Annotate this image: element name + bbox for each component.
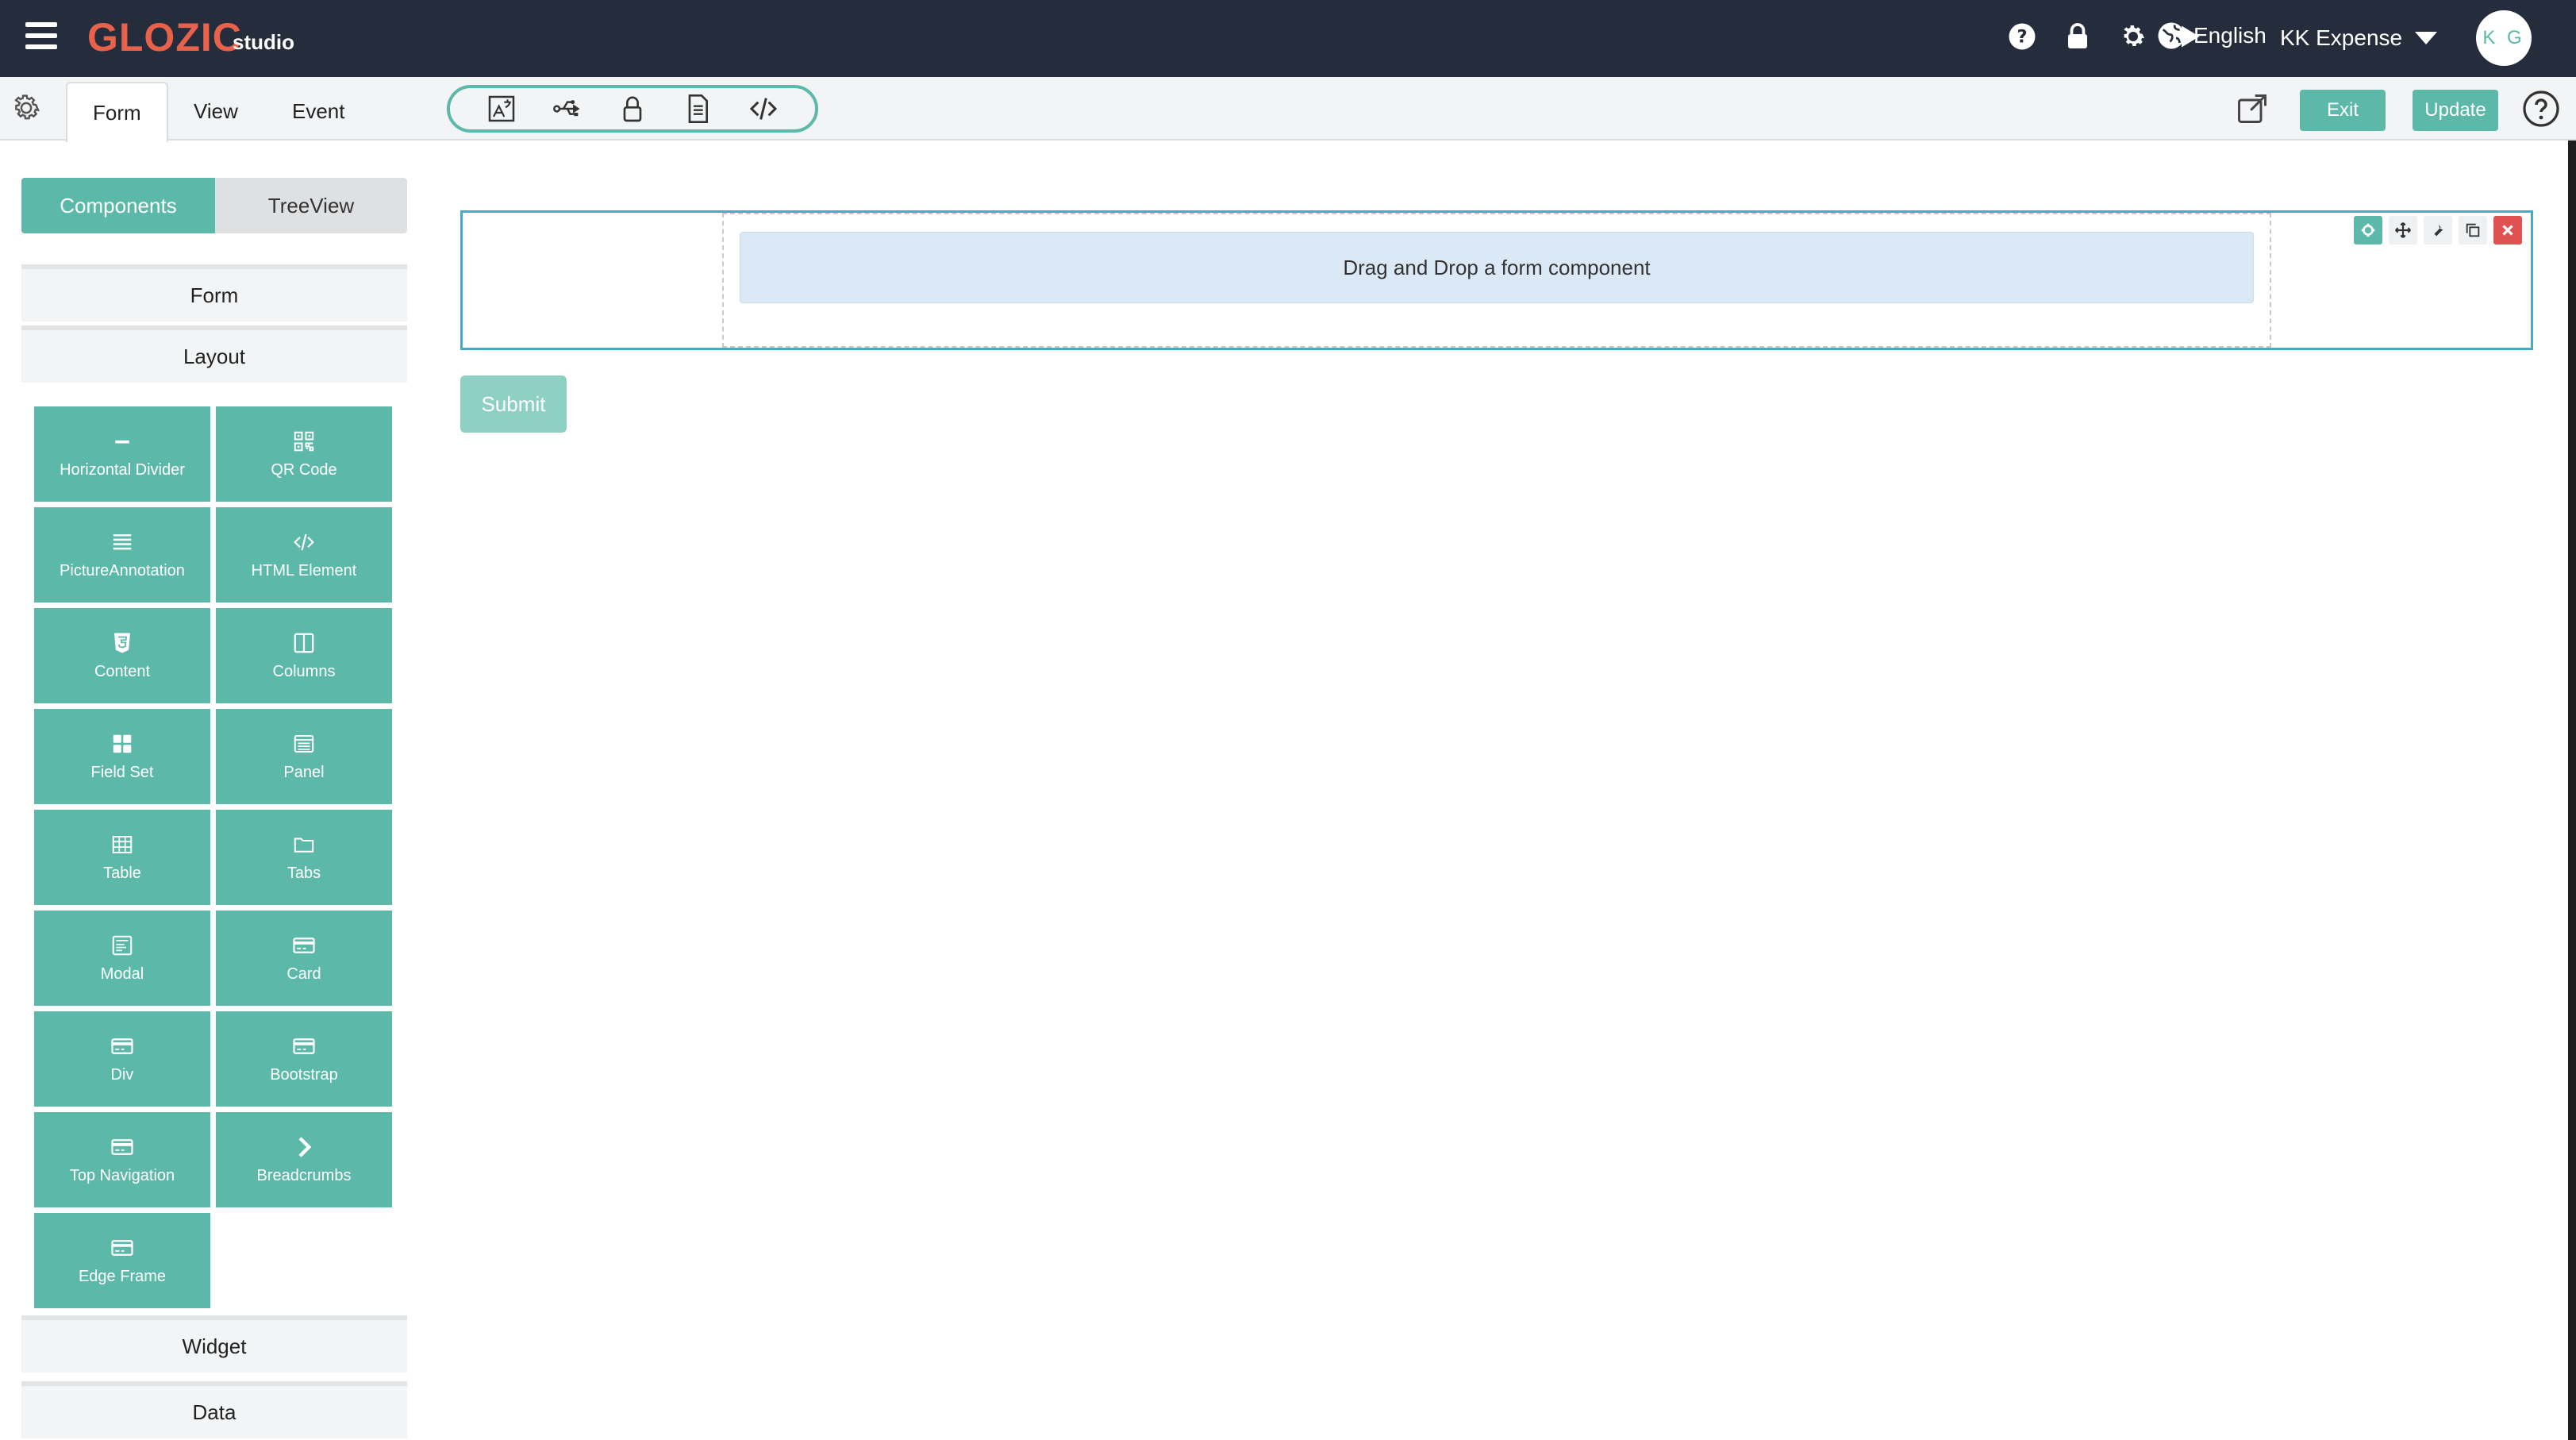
card-icon (293, 1038, 315, 1054)
component-html-element[interactable]: HTML Element (216, 507, 392, 603)
card-icon (111, 1038, 133, 1054)
builder-toolbar: Form View Event Exit Update (0, 77, 2576, 142)
card-icon (293, 937, 315, 953)
component-picture-annotation[interactable]: PictureAnnotation (34, 507, 210, 603)
list-lines-icon (113, 533, 132, 549)
chevron-right-icon (298, 1136, 312, 1157)
component-breadcrumbs[interactable]: Breadcrumbs (216, 1112, 392, 1207)
document-icon[interactable] (682, 93, 713, 125)
dropzone-placeholder[interactable]: Drag and Drop a form component (740, 232, 2254, 303)
svg-text:?: ? (2017, 27, 2027, 48)
edit-settings-icon[interactable] (2354, 216, 2382, 244)
code-icon[interactable] (748, 93, 779, 125)
component-table[interactable]: Table (34, 810, 210, 905)
settings-gear-icon[interactable] (10, 91, 43, 125)
project-label: KK Expense (2280, 25, 2403, 50)
logo: GLOZIC (87, 15, 242, 60)
component-content[interactable]: Content (34, 608, 210, 703)
language-label: English (2193, 23, 2266, 48)
grid-icon (113, 734, 132, 753)
columns-icon (294, 633, 314, 653)
tab-event[interactable]: Event (267, 82, 371, 141)
tab-form[interactable]: Form (66, 82, 168, 142)
component-horizontal-divider[interactable]: Horizontal Divider (34, 406, 210, 502)
component-div[interactable]: Div (34, 1011, 210, 1107)
lock-icon[interactable] (2063, 22, 2092, 51)
component-qr-code[interactable]: QR Code (216, 406, 392, 502)
group-layout[interactable]: Layout (21, 325, 407, 383)
components-segment[interactable]: Components (21, 178, 215, 233)
component-columns[interactable]: Columns (216, 608, 392, 703)
component-modal[interactable]: Modal (34, 911, 210, 1006)
logo-subtitle: studio (233, 30, 294, 54)
card-icon (111, 1138, 133, 1155)
help-circle-icon[interactable] (2522, 90, 2560, 128)
card-icon (111, 1239, 133, 1256)
tab-view[interactable]: View (168, 82, 263, 141)
minus-icon (115, 440, 129, 443)
help-icon[interactable]: ? (2008, 22, 2036, 51)
modal-icon (112, 935, 133, 955)
component-top-navigation[interactable]: Top Navigation (34, 1112, 210, 1207)
globe-icon (2158, 22, 2185, 49)
lock-icon[interactable] (617, 93, 648, 125)
table-icon (112, 835, 133, 853)
wrench-icon[interactable] (2424, 216, 2452, 244)
html5-icon (114, 633, 130, 653)
open-external-icon[interactable] (2235, 91, 2270, 126)
component-field-set[interactable]: Field Set (34, 709, 210, 804)
usb-icon[interactable] (552, 93, 583, 125)
avatar[interactable]: K G (2476, 10, 2532, 66)
layout-components-grid: Horizontal Divider QR Code PictureAnnota… (34, 406, 394, 1308)
qr-code-icon (294, 431, 314, 451)
group-widget[interactable]: Widget (21, 1315, 407, 1373)
top-bar: GLOZIC studio ? English KK Expense K G (0, 0, 2576, 77)
component-bootstrap[interactable]: Bootstrap (216, 1011, 392, 1107)
project-selector[interactable]: KK Expense (2280, 25, 2438, 51)
caret-down-icon (2415, 32, 2438, 44)
treeview-segment[interactable]: TreeView (215, 178, 407, 233)
update-button[interactable]: Update (2413, 90, 2498, 131)
delete-icon[interactable] (2493, 216, 2522, 244)
language-selector[interactable]: English (2157, 21, 2266, 50)
gear-icon[interactable] (2119, 22, 2147, 51)
folder-icon (294, 837, 314, 853)
component-tools (2354, 216, 2522, 244)
group-form[interactable]: Form (21, 264, 407, 321)
group-data[interactable]: Data (21, 1381, 407, 1438)
move-icon[interactable] (2389, 216, 2417, 244)
window-edge (2568, 141, 2576, 1440)
exit-button[interactable]: Exit (2300, 90, 2386, 131)
image-translate-icon[interactable] (486, 93, 517, 125)
hamburger-menu-icon[interactable] (25, 22, 57, 51)
submit-button[interactable]: Submit (460, 375, 567, 433)
component-edge-frame[interactable]: Edge Frame (34, 1213, 210, 1308)
component-card[interactable]: Card (216, 911, 392, 1006)
panel-icon (294, 734, 314, 753)
copy-icon[interactable] (2459, 216, 2487, 244)
code-icon (294, 533, 314, 550)
component-panel[interactable]: Panel (216, 709, 392, 804)
component-tabs[interactable]: Tabs (216, 810, 392, 905)
builder-tools-group (447, 85, 818, 133)
